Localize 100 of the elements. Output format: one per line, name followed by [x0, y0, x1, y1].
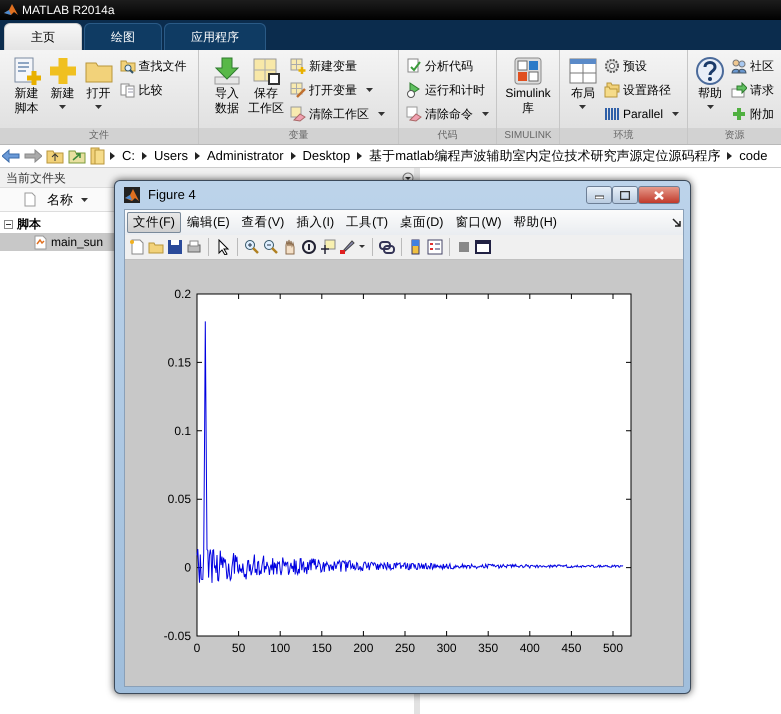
caret-icon[interactable]	[672, 112, 680, 116]
ribbon-button[interactable]: Parallel	[602, 102, 682, 126]
minimize-button[interactable]	[586, 186, 612, 204]
menu-item[interactable]: 查看(V)	[236, 212, 290, 233]
ribbon-button[interactable]: 新建变量	[288, 54, 387, 78]
axis-tick-label: 0.1	[174, 424, 191, 438]
menu-item[interactable]: 工具(T)	[340, 212, 394, 233]
menu-item[interactable]: 帮助(H)	[508, 212, 563, 233]
ribbon-tab[interactable]: 应用程序	[164, 23, 266, 50]
caret-icon[interactable]	[59, 105, 66, 109]
axis-tick-label: -0.05	[164, 629, 191, 643]
matlab-logo-icon	[124, 187, 140, 203]
ribbon-button[interactable]: 比较	[118, 78, 188, 102]
folder-up-icon[interactable]	[46, 148, 64, 164]
ribbon-button[interactable]: 预设	[602, 54, 682, 78]
window-icon[interactable]	[475, 239, 491, 255]
brush-icon[interactable]	[339, 239, 355, 255]
axis-tick-label: 400	[520, 641, 540, 655]
ribbon-button[interactable]: 设置路径	[602, 78, 682, 102]
ribbon-button[interactable]: 新建	[46, 54, 80, 128]
panel-title: 当前文件夹	[6, 170, 66, 186]
rotate-icon[interactable]	[301, 239, 317, 255]
path-segment[interactable]: Desktop	[300, 146, 354, 166]
ribbon-tab[interactable]: 绘图	[84, 23, 162, 50]
link-icon[interactable]	[379, 239, 395, 255]
ribbon-button[interactable]: 分析代码	[404, 54, 491, 78]
ribbon-button[interactable]: 社区	[729, 54, 776, 78]
axis-tick-label: 250	[394, 641, 416, 655]
caret-icon[interactable]	[95, 105, 102, 109]
path-segment[interactable]: code	[736, 146, 770, 166]
menu-item[interactable]: 桌面(D)	[394, 212, 450, 233]
plus-icon	[48, 56, 78, 86]
path-segment[interactable]: 基于matlab编程声波辅助室内定位技术研究声源定位源码程序	[366, 146, 724, 166]
path-segment[interactable]: C:	[119, 146, 138, 166]
new-figure-icon[interactable]	[129, 239, 145, 255]
column-header[interactable]: 名称	[44, 190, 91, 210]
download-arrow-icon	[212, 56, 242, 86]
group-label: 环境	[560, 128, 687, 144]
folder-label[interactable]: 脚本	[17, 215, 41, 233]
close-button[interactable]	[638, 186, 680, 204]
ribbon-button[interactable]: 布局	[566, 54, 600, 128]
caret-icon[interactable]	[579, 105, 586, 109]
printer-icon[interactable]	[186, 239, 202, 255]
grid-plus-icon	[290, 58, 306, 74]
group-label: SIMULINK	[497, 128, 559, 144]
eraser-icon	[290, 106, 306, 122]
zoom-in-icon[interactable]	[244, 239, 260, 255]
ribbon-button[interactable]: 查找文件	[118, 54, 188, 78]
caret-icon[interactable]	[706, 105, 714, 109]
data-cursor-icon[interactable]	[320, 239, 336, 255]
breadcrumb-arrow-icon[interactable]	[142, 152, 147, 160]
menu-item[interactable]: 插入(I)	[290, 212, 340, 233]
group-label: 文件	[0, 128, 198, 144]
axis-tick-label: 500	[602, 641, 624, 655]
caret-icon[interactable]	[81, 198, 88, 202]
folder-arrow-icon[interactable]	[68, 148, 86, 164]
axis-tick-label: 0.15	[168, 355, 191, 370]
ribbon-button[interactable]: 请求	[729, 78, 776, 102]
breadcrumb-arrow-icon[interactable]	[110, 152, 115, 160]
documents-icon	[120, 82, 136, 98]
path-segment[interactable]: Users	[151, 146, 191, 166]
people-icon	[731, 58, 747, 74]
folder-icon	[90, 147, 106, 165]
help-icon	[695, 56, 725, 86]
breadcrumb-arrow-icon[interactable]	[357, 152, 362, 160]
axis-tick-label: 450	[561, 641, 582, 655]
path-segment[interactable]: Administrator	[204, 146, 287, 166]
maximize-button[interactable]	[612, 186, 638, 204]
menu-item[interactable]: 编辑(E)	[180, 212, 236, 233]
document-icon	[24, 192, 36, 207]
ribbon-tab[interactable]: 主页	[4, 23, 82, 50]
breadcrumb-arrow-icon[interactable]	[727, 152, 732, 160]
breadcrumb-arrow-icon[interactable]	[194, 152, 200, 160]
ribbon-button[interactable]: 打开	[82, 54, 116, 128]
ribbon-button[interactable]: 清除命令	[404, 102, 491, 126]
expander-icon[interactable]	[4, 220, 13, 228]
ribbon-button[interactable]: Simulink 库	[503, 54, 553, 128]
menu-item[interactable]: 窗口(W)	[449, 212, 508, 233]
grid-pencil-icon	[290, 82, 306, 98]
dock-arrow-icon[interactable]	[672, 218, 681, 227]
ribbon-button[interactable]: 新建 脚本	[10, 54, 44, 128]
bars-icon	[604, 106, 620, 122]
ribbon-button[interactable]: 帮助	[693, 54, 727, 128]
ribbon-button[interactable]: 保存 工作区	[246, 54, 286, 128]
caret-icon[interactable]	[366, 88, 373, 92]
back-arrow-icon[interactable]	[2, 149, 20, 163]
ribbon-button[interactable]: 清除工作区	[288, 102, 387, 126]
breadcrumb-arrow-icon[interactable]	[290, 152, 296, 160]
caret-icon[interactable]	[482, 112, 489, 116]
ribbon-button[interactable]: 运行和计时	[404, 78, 491, 102]
ribbon-button[interactable]: 打开变量	[288, 78, 387, 102]
gear-icon	[604, 58, 620, 74]
ribbon-button[interactable]: 导入 数据	[210, 54, 244, 128]
axis-tick-label: 300	[436, 641, 457, 655]
menu-item[interactable]: 文件(F)	[127, 212, 181, 233]
document-plus-icon	[12, 56, 42, 86]
legend-icon[interactable]	[427, 239, 443, 255]
zoom-out-icon[interactable]	[263, 239, 279, 255]
caret-icon[interactable]	[378, 112, 385, 116]
ribbon-button[interactable]: 附加	[729, 102, 776, 126]
